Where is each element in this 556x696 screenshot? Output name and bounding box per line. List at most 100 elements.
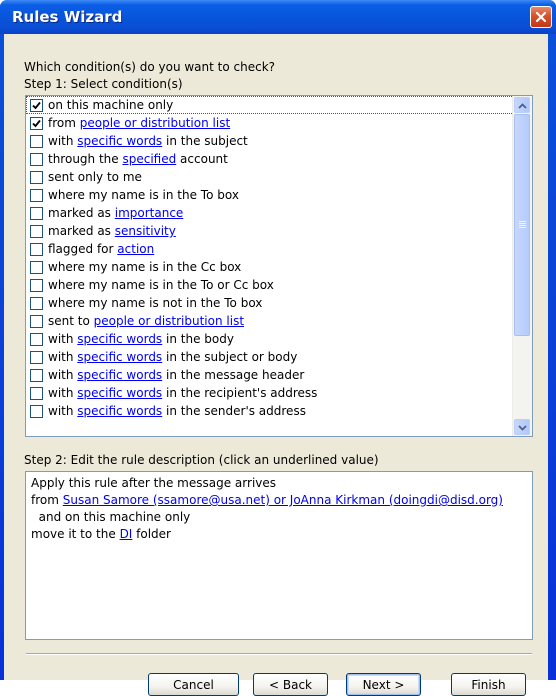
condition-checkbox[interactable] xyxy=(30,387,43,400)
text-segment: with xyxy=(48,350,78,364)
condition-item[interactable]: sent to people or distribution list xyxy=(26,312,514,330)
checkmark-icon xyxy=(32,101,41,110)
condition-checkbox[interactable] xyxy=(30,315,43,328)
condition-item[interactable]: on this machine only xyxy=(26,96,514,114)
condition-item[interactable]: through the specified account xyxy=(26,150,514,168)
text-segment: in the recipient's address xyxy=(162,386,318,400)
condition-checkbox[interactable] xyxy=(30,351,43,364)
scroll-down-button[interactable] xyxy=(514,419,530,435)
text-segment: Apply this rule after the message arrive… xyxy=(31,476,277,490)
scroll-up-arrow-icon xyxy=(517,98,527,112)
button-separator xyxy=(26,653,532,655)
condition-checkbox[interactable] xyxy=(30,243,43,256)
text-segment: marked as xyxy=(48,206,115,220)
condition-checkbox[interactable] xyxy=(30,153,43,166)
condition-checkbox[interactable] xyxy=(30,405,43,418)
text-segment: through the xyxy=(48,152,123,166)
condition-checkbox[interactable] xyxy=(30,171,43,184)
text-segment: and on this machine only xyxy=(31,510,191,524)
condition-checkbox[interactable] xyxy=(30,369,43,382)
next-button[interactable]: Next > xyxy=(346,673,421,696)
condition-item[interactable]: with specific words in the subject or bo… xyxy=(26,348,514,366)
condition-checkbox[interactable] xyxy=(30,99,43,112)
rule-description-box: Apply this rule after the message arrive… xyxy=(25,471,533,640)
text-segment: marked as xyxy=(48,224,115,238)
text-segment: from xyxy=(48,116,80,130)
editable-value-link[interactable]: DI xyxy=(120,527,133,541)
editable-value-link[interactable]: action xyxy=(117,242,154,256)
text-segment: in the subject xyxy=(162,134,248,148)
condition-item[interactable]: with specific words in the message heade… xyxy=(26,366,514,384)
editable-value-link[interactable]: importance xyxy=(115,206,184,220)
editable-value-link[interactable]: specified xyxy=(122,152,176,166)
editable-value-link[interactable]: sensitivity xyxy=(115,224,176,238)
condition-item[interactable]: from people or distribution list xyxy=(26,114,514,132)
text-segment: with xyxy=(48,134,78,148)
editable-value-link[interactable]: Susan Samore (ssamore@usa.net) or JoAnna… xyxy=(63,493,503,507)
condition-item[interactable]: marked as sensitivity xyxy=(26,222,514,240)
condition-item[interactable]: sent only to me xyxy=(26,168,514,186)
text-segment: flagged for xyxy=(48,242,118,256)
condition-item[interactable]: with specific words in the body xyxy=(26,330,514,348)
editable-value-link[interactable]: people or distribution list xyxy=(80,116,230,130)
rule-description-line: move it to the DI folder xyxy=(31,526,527,543)
condition-checkbox[interactable] xyxy=(30,225,43,238)
condition-checkbox[interactable] xyxy=(30,297,43,310)
condition-item[interactable]: with specific words in the subject xyxy=(26,132,514,150)
finish-button[interactable]: Finish xyxy=(451,673,526,696)
rule-description-line: Apply this rule after the message arrive… xyxy=(31,475,527,492)
rule-description-line: from Susan Samore (ssamore@usa.net) or J… xyxy=(31,492,527,509)
condition-item[interactable]: where my name is in the Cc box xyxy=(26,258,514,276)
text-segment: where my name is not in the To box xyxy=(48,296,263,310)
editable-value-link[interactable]: specific words xyxy=(77,134,162,148)
cancel-button[interactable]: Cancel xyxy=(148,673,239,696)
text-segment: in the body xyxy=(162,332,234,346)
scroll-up-button[interactable] xyxy=(514,97,530,113)
scroll-down-arrow-icon xyxy=(517,420,527,434)
conditions-scrollbar[interactable] xyxy=(512,96,532,436)
condition-checkbox[interactable] xyxy=(30,333,43,346)
rules-wizard-window: Rules Wizard Which condition(s) do you w… xyxy=(0,0,556,696)
text-segment: with xyxy=(48,368,78,382)
condition-checkbox[interactable] xyxy=(30,135,43,148)
conditions-listbox[interactable]: on this machine only from people or distr… xyxy=(25,95,533,437)
editable-value-link[interactable]: specific words xyxy=(77,404,162,418)
title-bar[interactable]: Rules Wizard xyxy=(0,0,556,34)
text-segment: in the sender's address xyxy=(162,404,306,418)
dialog-client-area: Which condition(s) do you want to check?… xyxy=(4,34,548,696)
text-segment: where my name is in the Cc box xyxy=(48,260,242,274)
condition-item[interactable]: where my name is in the To box xyxy=(26,186,514,204)
text-segment: sent only to me xyxy=(48,170,142,184)
condition-checkbox[interactable] xyxy=(30,279,43,292)
scroll-thumb[interactable] xyxy=(514,114,530,336)
text-segment: folder xyxy=(132,527,171,541)
condition-item[interactable]: where my name is in the To or Cc box xyxy=(26,276,514,294)
window-title: Rules Wizard xyxy=(12,8,123,26)
editable-value-link[interactable]: people or distribution list xyxy=(94,314,244,328)
close-button[interactable] xyxy=(530,6,552,28)
condition-checkbox[interactable] xyxy=(30,207,43,220)
editable-value-link[interactable]: specific words xyxy=(77,332,162,346)
condition-item[interactable]: where my name is not in the To box xyxy=(26,294,514,312)
text-segment: in the message header xyxy=(162,368,305,382)
text-segment: sent to xyxy=(48,314,94,328)
editable-value-link[interactable]: specific words xyxy=(77,386,162,400)
back-button[interactable]: < Back xyxy=(253,673,328,696)
step2-label: Step 2: Edit the rule description (click… xyxy=(24,453,379,467)
editable-value-link[interactable]: specific words xyxy=(77,368,162,382)
text-segment: with xyxy=(48,386,78,400)
condition-checkbox[interactable] xyxy=(30,117,43,130)
text-segment: in the subject or body xyxy=(162,350,298,364)
condition-item[interactable]: flagged for action xyxy=(26,240,514,258)
condition-checkbox[interactable] xyxy=(30,189,43,202)
text-segment: account xyxy=(176,152,228,166)
condition-item[interactable]: with specific words in the recipient's a… xyxy=(26,384,514,402)
condition-checkbox[interactable] xyxy=(30,261,43,274)
step1-label: Step 1: Select condition(s) xyxy=(24,77,183,91)
text-segment: where my name is in the To or Cc box xyxy=(48,278,274,292)
condition-item[interactable]: with specific words in the sender's addr… xyxy=(26,402,514,420)
editable-value-link[interactable]: specific words xyxy=(77,350,162,364)
condition-item[interactable]: marked as importance xyxy=(26,204,514,222)
conditions-list: on this machine only from people or distr… xyxy=(26,96,514,420)
text-segment: move it to the xyxy=(31,527,120,541)
